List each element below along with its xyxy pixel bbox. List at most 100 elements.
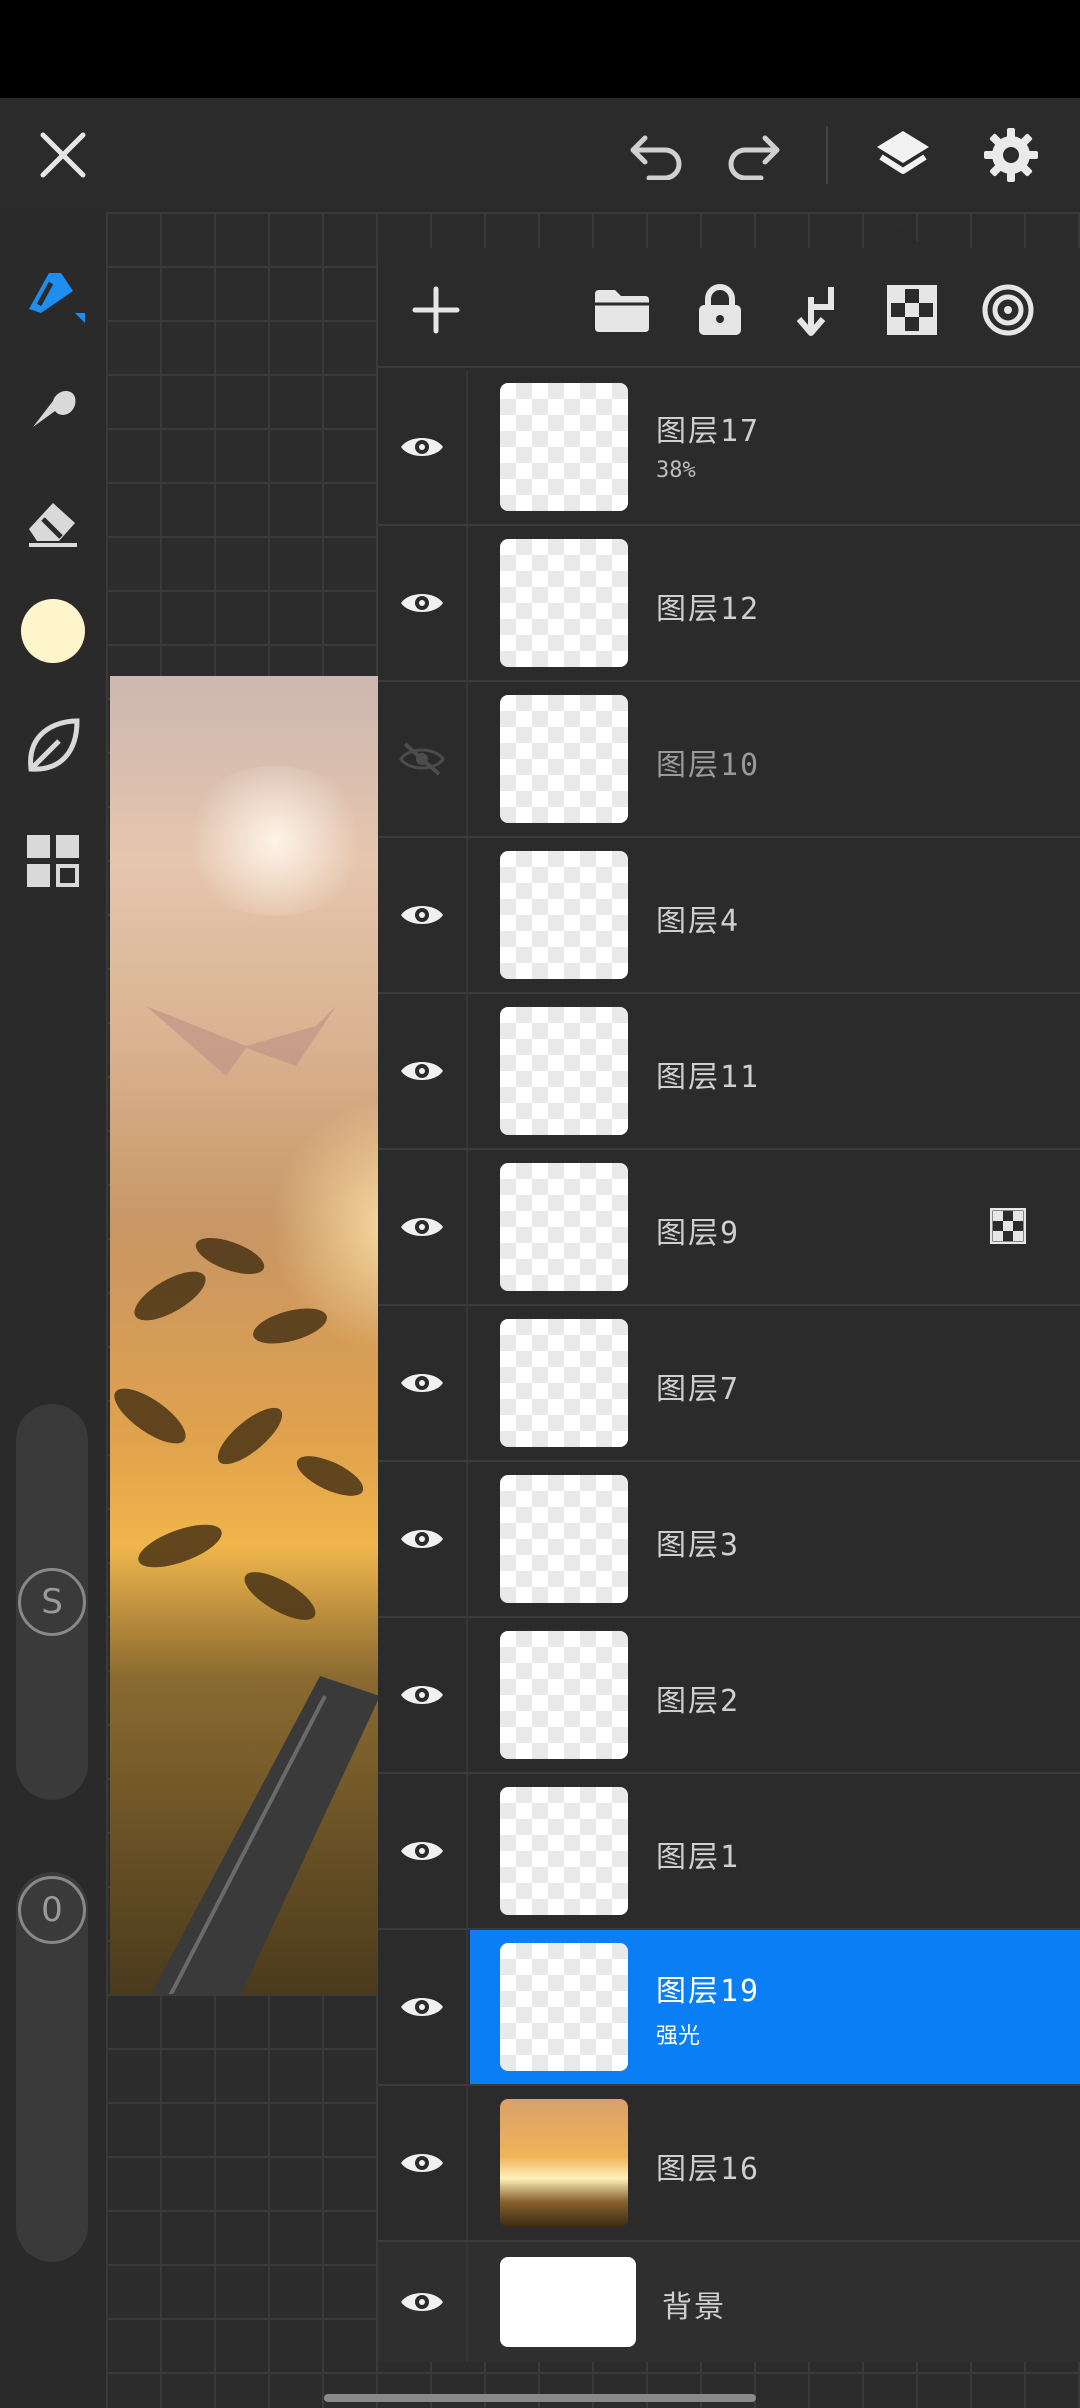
layer-thumbnail[interactable] bbox=[500, 1787, 628, 1915]
toolbar-divider bbox=[826, 126, 828, 184]
brush-size-knob[interactable]: S bbox=[18, 1568, 86, 1636]
current-color-swatch bbox=[21, 599, 85, 663]
layer-row[interactable]: 图层17 38% bbox=[378, 370, 1080, 526]
layer-thumbnail[interactable] bbox=[500, 1163, 628, 1291]
layer-name: 图层12 bbox=[656, 592, 761, 627]
layer-thumbnail[interactable] bbox=[500, 1007, 628, 1135]
add-layer-icon bbox=[412, 286, 460, 334]
layer-row[interactable]: 图层11 bbox=[378, 994, 1080, 1150]
layer-name: 图层9 bbox=[656, 1216, 741, 1251]
layer-name: 图层17 bbox=[656, 414, 761, 449]
merge-down-icon bbox=[796, 287, 834, 336]
layer-name: 图层4 bbox=[656, 904, 741, 939]
merge-down-button[interactable] bbox=[776, 270, 856, 350]
layer-row[interactable]: 背景 bbox=[378, 2242, 1080, 2362]
visibility-eye-icon[interactable] bbox=[378, 1618, 468, 1772]
visibility-eye-icon[interactable] bbox=[378, 370, 468, 524]
visibility-eye-icon[interactable] bbox=[378, 1150, 468, 1304]
alpha-lock-button[interactable] bbox=[872, 270, 952, 350]
leaf-selection-icon bbox=[28, 718, 80, 772]
layer-thumbnail[interactable] bbox=[500, 695, 628, 823]
add-layer-button[interactable] bbox=[396, 270, 476, 350]
layer-row[interactable]: 图层12 bbox=[378, 526, 1080, 682]
grid-icon bbox=[27, 835, 79, 887]
brush-opacity-label: 0 bbox=[41, 1890, 63, 1930]
visibility-hidden-icon[interactable] bbox=[378, 682, 468, 836]
eraser-tool-button[interactable] bbox=[10, 476, 96, 562]
layer-row[interactable]: 图层9 bbox=[378, 1150, 1080, 1306]
layers-panel: 图层17 38% 图层12 图层10 图层4 图层11 图层9 图层7 图层3 图层2 图层1 图层1… bbox=[378, 248, 1080, 2362]
close-icon bbox=[40, 132, 86, 178]
visibility-eye-icon[interactable] bbox=[378, 1930, 468, 2084]
layer-thumbnail[interactable] bbox=[500, 851, 628, 979]
eraser-icon bbox=[29, 503, 77, 547]
visibility-eye-icon[interactable] bbox=[378, 1306, 468, 1460]
visibility-eye-icon[interactable] bbox=[378, 994, 468, 1148]
layer-row[interactable]: 图层19 强光 bbox=[378, 1930, 1080, 2086]
reference-layer-button[interactable] bbox=[968, 270, 1048, 350]
layer-thumbnail[interactable] bbox=[500, 2099, 628, 2227]
layer-row[interactable]: 图层16 bbox=[378, 2086, 1080, 2242]
selection-tool-button[interactable] bbox=[10, 702, 96, 788]
undo-icon bbox=[630, 135, 682, 180]
layer-thumbnail[interactable] bbox=[500, 1943, 628, 2071]
layer-name: 背景 bbox=[662, 2290, 726, 2325]
layers-icon bbox=[877, 131, 929, 174]
close-button[interactable] bbox=[18, 98, 108, 212]
visibility-eye-icon[interactable] bbox=[378, 526, 468, 680]
reference-icon bbox=[982, 284, 1034, 336]
lock-layer-button[interactable] bbox=[680, 270, 760, 350]
brush-size-slider[interactable]: S bbox=[16, 1404, 88, 1800]
brush-opacity-knob[interactable]: 0 bbox=[18, 1876, 86, 1944]
gear-icon bbox=[984, 128, 1038, 182]
layer-thumbnail[interactable] bbox=[500, 1319, 628, 1447]
new-folder-button[interactable] bbox=[582, 270, 662, 350]
layer-name: 图层7 bbox=[656, 1372, 741, 1407]
layers-panel-toolbar bbox=[378, 248, 1080, 368]
layer-row[interactable]: 图层1 bbox=[378, 1774, 1080, 1930]
visibility-eye-icon[interactable] bbox=[378, 838, 468, 992]
layer-thumbnail[interactable] bbox=[500, 383, 628, 511]
color-picker-button[interactable] bbox=[10, 588, 96, 674]
redo-button[interactable] bbox=[708, 98, 798, 212]
layer-row[interactable]: 图层3 bbox=[378, 1462, 1080, 1618]
layers-button[interactable] bbox=[858, 98, 948, 212]
layer-name: 图层10 bbox=[656, 748, 761, 783]
redo-icon bbox=[728, 135, 780, 180]
visibility-eye-icon[interactable] bbox=[378, 1774, 468, 1928]
settings-button[interactable] bbox=[966, 98, 1056, 212]
undo-button[interactable] bbox=[612, 98, 702, 212]
layer-row[interactable]: 图层2 bbox=[378, 1618, 1080, 1774]
brush-size-label: S bbox=[41, 1582, 63, 1622]
lock-icon bbox=[699, 284, 741, 335]
visibility-eye-icon[interactable] bbox=[378, 1462, 468, 1616]
smudge-tool-button[interactable] bbox=[10, 364, 96, 450]
smudge-icon bbox=[33, 390, 76, 427]
layer-name: 图层11 bbox=[656, 1060, 761, 1095]
layer-row[interactable]: 图层4 bbox=[378, 838, 1080, 994]
gallery-button[interactable] bbox=[10, 818, 96, 904]
folder-icon bbox=[595, 290, 649, 332]
visibility-eye-icon[interactable] bbox=[378, 2086, 468, 2240]
alpha-lock-icon bbox=[887, 285, 937, 335]
layer-thumbnail[interactable] bbox=[500, 539, 628, 667]
layer-thumbnail[interactable] bbox=[500, 2257, 636, 2347]
alpha-lock-icon bbox=[978, 1196, 1038, 1256]
brush-opacity-slider[interactable]: 0 bbox=[16, 1872, 88, 2262]
layer-name: 图层1 bbox=[656, 1840, 741, 1875]
layer-name: 图层16 bbox=[656, 2152, 761, 2187]
status-bar bbox=[0, 0, 1080, 98]
layer-thumbnail[interactable] bbox=[500, 1475, 628, 1603]
top-toolbar bbox=[0, 98, 1080, 212]
layers-panel-pointer bbox=[880, 226, 924, 248]
brush-icon bbox=[29, 273, 85, 323]
visibility-eye-icon[interactable] bbox=[378, 2242, 468, 2362]
layer-row[interactable]: 图层10 bbox=[378, 682, 1080, 838]
layer-name: 图层19 bbox=[656, 1974, 761, 2009]
brush-tool-button[interactable] bbox=[10, 250, 96, 336]
layer-row[interactable]: 图层7 bbox=[378, 1306, 1080, 1462]
layer-thumbnail[interactable] bbox=[500, 1631, 628, 1759]
layer-blend-info: 强光 bbox=[656, 2024, 701, 2049]
home-indicator bbox=[324, 2394, 756, 2402]
left-toolbar: S 0 bbox=[0, 212, 106, 2408]
